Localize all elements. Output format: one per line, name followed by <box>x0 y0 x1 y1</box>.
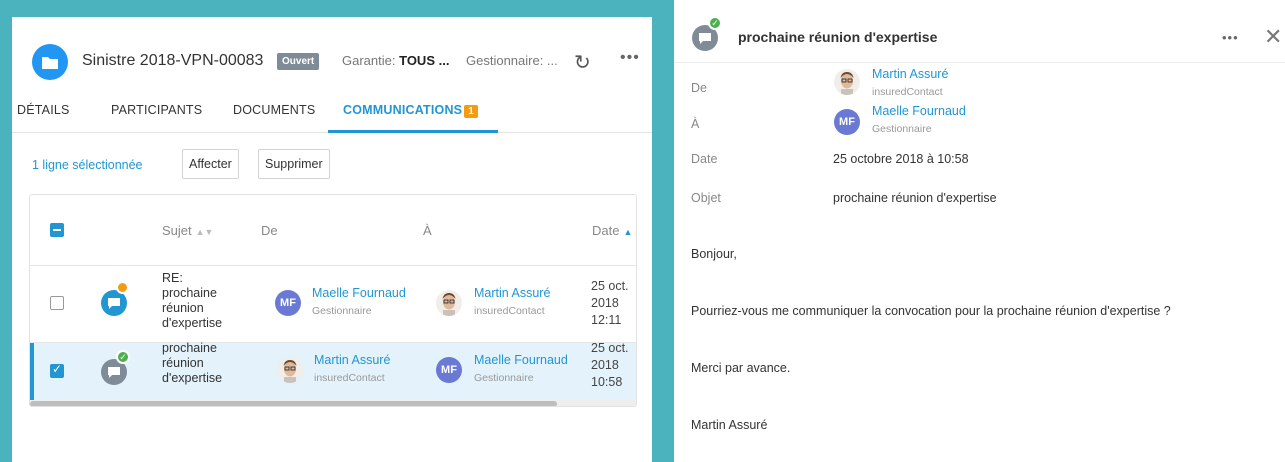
tab-details[interactable]: DÉTAILS <box>17 103 70 117</box>
more-options-icon[interactable]: ••• <box>620 49 640 67</box>
row-date: 25 oct. 2018 10:58 <box>591 340 629 391</box>
date-line: 2018 <box>591 358 619 372</box>
subject-line: réunion <box>162 301 204 315</box>
more-options-icon[interactable]: ••• <box>1222 30 1239 45</box>
sender-role: Gestionnaire <box>312 305 372 317</box>
selection-count: 1 ligne sélectionnée <box>32 158 143 172</box>
recipient-role: Gestionnaire <box>474 372 534 384</box>
table-row-selected[interactable]: ✓ prochaine réunion d'expertise Martin A… <box>30 340 636 401</box>
from-label: De <box>691 81 707 95</box>
sort-icon: ▲▼ <box>195 227 214 237</box>
tab-communications[interactable]: COMMUNICATIONS 1 <box>343 103 478 118</box>
column-subject[interactable]: Sujet ▲▼ <box>162 223 213 238</box>
close-icon[interactable]: ✕ <box>1264 24 1282 50</box>
refresh-icon[interactable]: ↻ <box>574 50 591 75</box>
date-value: 25 octobre 2018 à 10:58 <box>833 152 969 166</box>
sender-name[interactable]: Maelle Fournaud <box>312 286 406 300</box>
subject-line: prochaine <box>162 286 217 300</box>
active-tab-indicator <box>328 130 498 133</box>
to-label: À <box>691 117 700 131</box>
unread-count-badge: 1 <box>464 105 478 118</box>
message-body-line: Martin Assuré <box>691 418 768 432</box>
row-subject: RE: prochaine réunion d'expertise <box>162 271 222 331</box>
horizontal-scrollbar[interactable] <box>30 400 636 406</box>
avatar <box>436 290 462 316</box>
message-detail-panel: ✓ prochaine réunion d'expertise ••• ✕ De… <box>674 0 1285 462</box>
recipient-name[interactable]: Maelle Fournaud <box>872 104 966 118</box>
row-subject: prochaine réunion d'expertise <box>162 341 222 386</box>
column-subject-label: Sujet <box>162 223 192 238</box>
message-body-line: Bonjour, <box>691 247 737 261</box>
subject-line: réunion <box>162 356 204 370</box>
column-to[interactable]: À <box>423 223 432 238</box>
delete-button[interactable]: Supprimer <box>258 149 330 179</box>
avatar: MF <box>436 357 462 383</box>
date-line: 12:11 <box>591 313 622 327</box>
subject-line: RE: <box>162 271 183 285</box>
divider <box>674 62 1285 63</box>
gestionnaire-info: Gestionnaire: ... <box>466 53 558 68</box>
tab-participants[interactable]: PARTICIPANTS <box>111 103 202 117</box>
row-checkbox[interactable] <box>50 296 64 310</box>
date-line: 10:58 <box>591 375 623 389</box>
avatar <box>834 69 860 95</box>
recipient-role: Gestionnaire <box>872 123 932 135</box>
object-value: prochaine réunion d'expertise <box>833 191 997 205</box>
claim-header: Sinistre 2018-VPN-00083 Ouvert Garantie:… <box>20 33 652 89</box>
date-line: 25 oct. <box>591 341 629 355</box>
claim-title: Sinistre 2018-VPN-00083 <box>82 52 264 69</box>
garantie-label: Garantie: <box>342 53 396 68</box>
sender-role: insuredContact <box>314 372 385 384</box>
date-line: 2018 <box>591 296 619 310</box>
subject-line: d'expertise <box>162 371 223 385</box>
garantie-value: TOUS ... <box>399 53 450 68</box>
detail-title: prochaine réunion d'expertise <box>738 29 938 45</box>
date-line: 25 oct. <box>591 279 629 293</box>
recipient-role: insuredContact <box>474 305 545 317</box>
recipient-name[interactable]: Maelle Fournaud <box>474 353 568 367</box>
sender-role: insuredContact <box>872 86 943 98</box>
assign-button[interactable]: Affecter <box>182 149 239 179</box>
garantie-info: Garantie: TOUS ... <box>342 53 449 68</box>
column-date-label: Date <box>592 223 620 238</box>
folder-icon <box>32 44 68 80</box>
communications-table: Sujet ▲▼ De À Date ▲ RE: prochaine réunion… <box>29 194 637 407</box>
tab-bar: DÉTAILS PARTICIPANTS DOCUMENTS COMMUNICA… <box>12 97 652 133</box>
sender-name[interactable]: Martin Assuré <box>872 67 948 81</box>
recipient-name[interactable]: Martin Assuré <box>474 286 550 300</box>
select-all-checkbox[interactable] <box>50 223 64 237</box>
row-date: 25 oct. 2018 12:11 <box>591 278 629 329</box>
column-from[interactable]: De <box>261 223 278 238</box>
scrollbar-thumb[interactable] <box>30 401 557 406</box>
date-label: Date <box>691 152 718 166</box>
status-badge: Ouvert <box>277 53 320 70</box>
message-body-line: Merci par avance. <box>691 361 791 375</box>
read-check-icon: ✓ <box>116 350 130 364</box>
avatar <box>277 357 303 383</box>
sort-asc-icon: ▲ <box>623 227 633 237</box>
claim-card: Sinistre 2018-VPN-00083 Ouvert Garantie:… <box>12 17 652 462</box>
selected-row-indicator <box>30 343 34 401</box>
sender-name[interactable]: Martin Assuré <box>314 353 390 367</box>
subject-line: prochaine <box>162 341 217 355</box>
tab-documents[interactable]: DOCUMENTS <box>233 103 315 117</box>
tab-communications-label: COMMUNICATIONS <box>343 103 463 117</box>
subject-line: d'expertise <box>162 316 223 330</box>
read-check-icon: ✓ <box>708 16 722 30</box>
avatar: MF <box>275 290 301 316</box>
message-body-line: Pourriez-vous me communiquer la convocat… <box>691 304 1171 318</box>
avatar: MF <box>834 109 860 135</box>
object-label: Objet <box>691 191 721 205</box>
row-checkbox[interactable] <box>50 362 64 378</box>
unread-indicator-icon <box>116 281 129 294</box>
table-row[interactable]: RE: prochaine réunion d'expertise MF Mae… <box>30 265 636 342</box>
column-date[interactable]: Date ▲ <box>592 223 632 238</box>
detail-header: ✓ prochaine réunion d'expertise ••• ✕ <box>674 0 1285 70</box>
selection-toolbar: 1 ligne sélectionnée Affecter Supprimer <box>12 147 652 187</box>
